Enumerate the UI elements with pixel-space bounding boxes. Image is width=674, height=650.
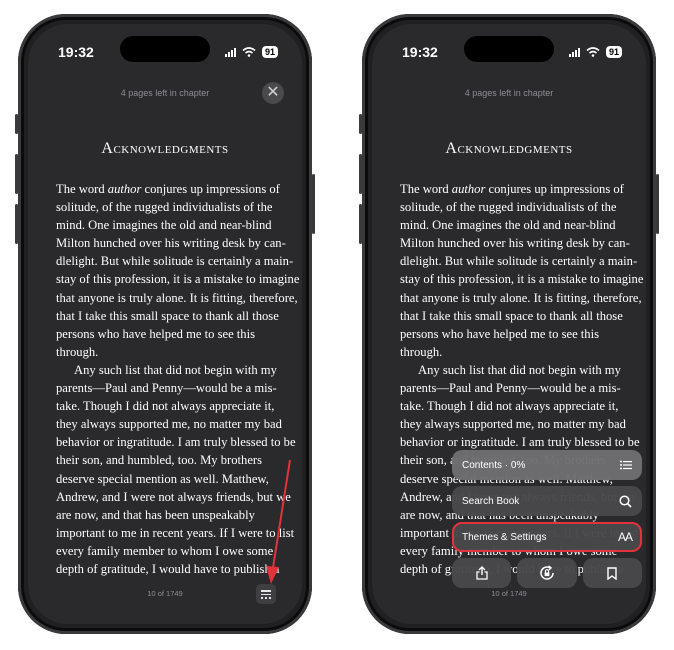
cellular-icon [224,47,236,57]
text-line: Any such list that did not begin with my [74,362,277,377]
text-line: dlelight. But while solitude is certainl… [56,254,294,269]
pages-left-label: 4 pages left in chapter [464,88,554,98]
text-line: solitude, of the rugged individualists o… [400,200,617,215]
text-line: that anyone is truly alone. It is fittin… [56,290,298,305]
text-line: through. [56,344,99,359]
text-line: that I take this small space to thank al… [56,308,279,323]
rotation-lock-button[interactable] [517,558,577,588]
wifi-icon [586,47,600,57]
text-line: their son, and humbled, too. My brothers [56,453,263,468]
cellular-icon [568,47,580,57]
chapter-title: Acknowledgments [445,140,573,157]
text-line: are now, and that has been unspeakably [56,507,255,522]
contents-menu-item[interactable]: Contents · 0% [452,450,642,480]
text-line: take. Though I did not always appreciate… [56,399,275,414]
text-line: through. [400,344,443,359]
text-line: deserve special mention as well. Matthew… [56,471,269,486]
action-row [452,558,642,588]
search-book-menu-item[interactable]: Search Book [452,486,642,516]
search-book-label: Search Book [462,495,520,507]
share-button[interactable] [452,558,512,588]
status-icons: 91 [224,46,278,58]
text-line: Milton hunched over his writing desk by … [56,236,286,251]
text-line: depth of gratitude, I would have to publ… [56,561,280,576]
text-line: mind. One imagines the old and near-blin… [400,218,616,233]
annotation-arrow [266,459,291,584]
text-line: persons who have helped me to see this [56,326,256,341]
text-line: parents—Paul and Penny—would be a mis- [56,381,277,396]
text-line: every family member to whom I owe some [56,543,274,558]
text-line: mind. One imagines the old and near-blin… [56,218,272,233]
text-line: behavior or ingratitude. I am truly bles… [56,435,296,450]
close-button[interactable]: ✕ [262,82,284,104]
text-line: Milton hunched over his writing desk by … [400,236,630,251]
right-phone: 19:32 91 4 pages left in chapter Acknowl… [359,14,659,634]
chapter-title: Acknowledgments [101,140,229,157]
right-screen: 19:32 91 4 pages left in chapter Acknowl… [372,24,646,624]
contents-label: Contents · 0% [462,459,526,471]
text-line: stay of this profession, it is a mistake… [400,272,644,287]
text-line: stay of this profession, it is a mistake… [56,272,300,287]
dynamic-island [464,36,554,62]
status-icons: 91 [568,46,622,58]
text-line: that I take this small space to thank al… [400,308,623,323]
text-line: The word author conjures up impressions … [400,182,624,196]
battery-icon: 91 [605,46,622,58]
wifi-icon [242,47,256,57]
text-line: The word author conjures up impressions … [56,182,280,196]
text-line: solitude, of the rugged individualists o… [56,200,273,215]
text-line: important to me in recent years. If I we… [56,525,295,540]
list-icon [620,460,632,470]
text-line: Any such list that did not begin with my [418,362,621,377]
text-line: they always supported me, no matter my b… [56,417,282,432]
bookmark-icon [607,566,618,580]
page-number: 10 of 1749 [491,589,527,598]
status-time: 19:32 [402,44,438,60]
book-text: The word author conjures up impressions … [56,180,300,578]
battery-icon: 91 [261,46,278,58]
themes-settings-label: Themes & Settings [462,531,547,543]
pages-left-label: 4 pages left in chapter [120,88,210,98]
text-line: persons who have helped me to see this [400,326,600,341]
text-size-icon: AA [617,530,633,544]
text-line: parents—Paul and Penny—would be a mis- [400,381,621,396]
search-icon [619,494,632,508]
share-icon [476,566,488,580]
reader-menu-popup: Contents · 0% Search Book Themes & Setti… [452,450,642,588]
themes-settings-menu-item[interactable]: Themes & Settings AA [452,522,642,552]
text-line: that anyone is truly alone. It is fittin… [400,290,642,305]
text-line: take. Though I did not always appreciate… [400,399,619,414]
text-line: behavior or ingratitude. I am truly bles… [400,435,640,450]
status-time: 19:32 [58,44,94,60]
text-line: Andrew, and I were not always friends, b… [56,489,291,504]
rotation-lock-icon [540,565,554,580]
bookmark-button[interactable] [582,558,642,588]
dynamic-island [120,36,210,62]
text-line: dlelight. But while solitude is certainl… [400,254,638,269]
text-line: they always supported me, no matter my b… [400,417,626,432]
